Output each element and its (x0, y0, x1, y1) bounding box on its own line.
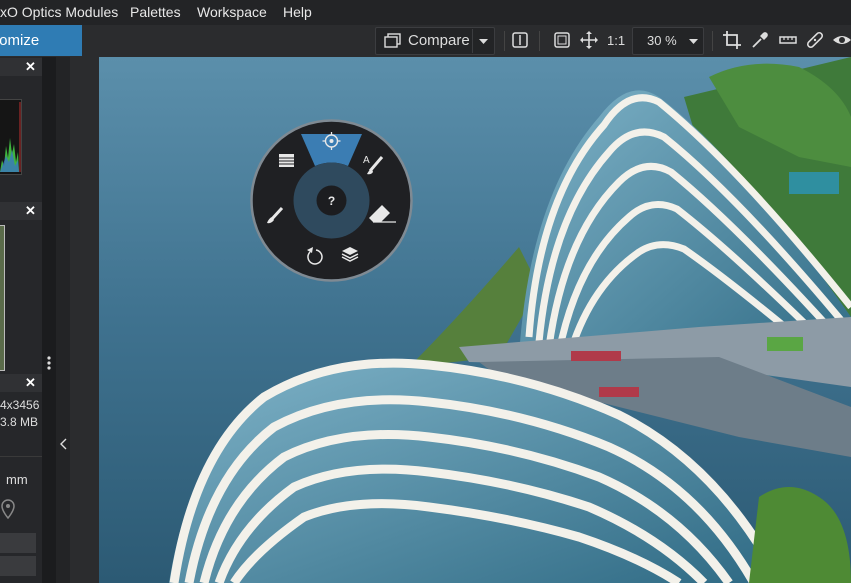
eye-icon[interactable] (831, 29, 851, 51)
zoom-dropdown-arrow[interactable] (685, 29, 702, 53)
close-icon[interactable]: ✕ (25, 59, 36, 75)
split-view-icon[interactable] (509, 29, 531, 51)
pan-icon[interactable] (578, 29, 600, 51)
histogram-graph (0, 102, 21, 172)
menu-item-help[interactable]: Help (283, 4, 312, 20)
menu-bar: xO Optics Modules Palettes Workspace Hel… (0, 0, 851, 25)
field-input[interactable] (0, 533, 36, 553)
chevron-down-icon (479, 39, 488, 44)
zoom-select[interactable]: 30 % (632, 27, 704, 55)
chevron-left-icon (60, 438, 67, 450)
crop-icon[interactable] (721, 29, 743, 51)
compare-dropdown-arrow[interactable] (472, 29, 494, 53)
compare-button[interactable]: Compare (375, 27, 495, 55)
radial-menu: ? A (250, 119, 413, 282)
toolbar-divider (504, 31, 505, 51)
fit-to-screen-icon[interactable] (551, 29, 573, 51)
field-input[interactable] (0, 556, 36, 576)
straighten-icon[interactable] (777, 29, 799, 51)
canvas-margin (70, 57, 99, 583)
repair-icon[interactable] (804, 29, 826, 51)
photo (99, 57, 851, 583)
file-size: 3.8 MB (0, 415, 39, 429)
divider (0, 456, 42, 457)
info-panel-header: ✕ (0, 374, 42, 392)
customize-tab[interactable]: tomize (0, 25, 82, 56)
toolbar: tomize Compare 1:1 30 % (0, 25, 851, 58)
navigator-thumbnail[interactable] (0, 225, 5, 371)
help-label: ? (328, 194, 335, 208)
image-dimensions: 4x3456 (0, 398, 40, 412)
image-canvas[interactable] (99, 57, 851, 583)
navigator-panel-header: ✕ (0, 202, 42, 220)
zoom-value: 30 % (647, 33, 677, 48)
toolbar-divider (539, 31, 540, 51)
compare-icon (384, 33, 401, 48)
compare-label: Compare (408, 32, 470, 49)
left-palette-panel: ✕ ✕ ✕ 4x3456 3.8 MB mm (0, 57, 42, 583)
menu-item-palettes[interactable]: Palettes (130, 4, 181, 20)
collapse-strip[interactable] (56, 57, 70, 583)
menu-item-optics-modules[interactable]: xO Optics Modules (0, 4, 118, 20)
toolbar-divider (712, 31, 713, 51)
panel-splitter[interactable] (42, 57, 56, 583)
focal-unit: mm (6, 472, 28, 487)
svg-text:A: A (363, 155, 370, 166)
chevron-down-icon (689, 39, 698, 44)
location-pin-icon[interactable] (0, 498, 16, 522)
histogram (0, 99, 22, 175)
menu-item-workspace[interactable]: Workspace (197, 4, 267, 20)
close-icon[interactable]: ✕ (25, 375, 36, 391)
eyedropper-icon[interactable] (749, 29, 771, 51)
presets-list-icon[interactable] (279, 154, 294, 167)
close-icon[interactable]: ✕ (25, 203, 36, 219)
histogram-panel-header: ✕ (0, 58, 42, 76)
one-to-one-button[interactable]: 1:1 (607, 33, 625, 48)
customize-tab-label: tomize (0, 32, 40, 49)
grip-icon (47, 356, 51, 370)
